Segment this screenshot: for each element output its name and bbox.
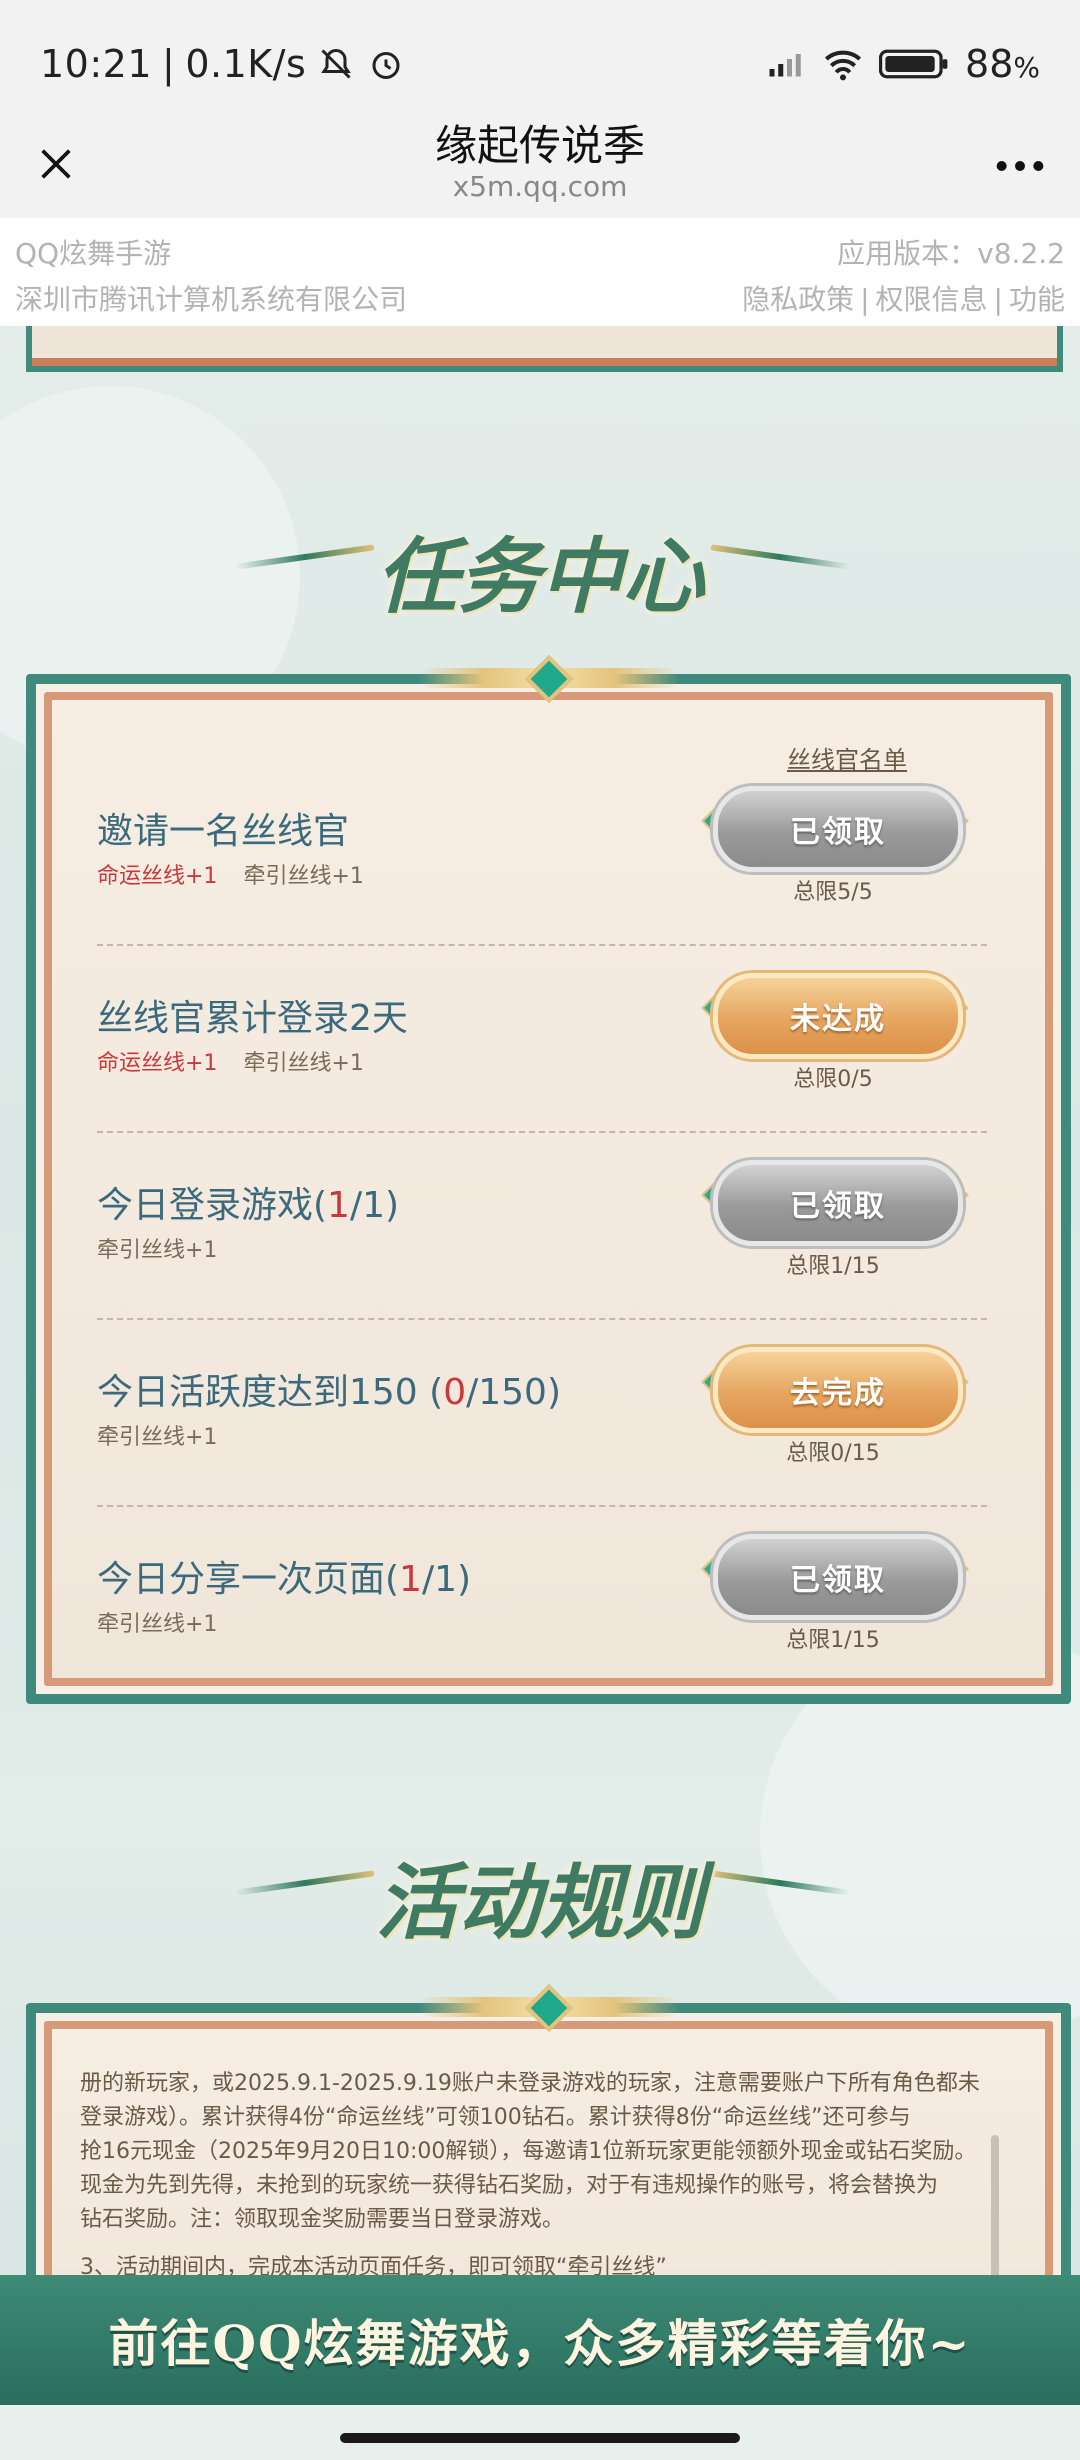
permission-link[interactable]: 权限信息	[876, 283, 988, 316]
app-info-bar: QQ炫舞手游 应用版本：v8.2.2 深圳市腾讯计算机系统有限公司 隐私政策 | 权…	[0, 218, 1080, 326]
reward-fate-thread: 命运丝线+1	[97, 1051, 218, 1076]
task-center-title: 任务中心	[376, 529, 704, 625]
task-divider	[97, 1131, 987, 1133]
task-limit: 总限1/15	[786, 1254, 880, 1279]
reward-guide-thread: 牵引丝线+1	[97, 1238, 218, 1263]
rules-title: 活动规则	[376, 1855, 704, 1951]
status-time: 10:21	[40, 42, 153, 86]
claimed-button[interactable]: 已领取	[713, 1534, 963, 1620]
status-speed: 0.1K/s	[185, 42, 307, 86]
task-divider	[97, 944, 987, 946]
task-row: 今日分享一次页面(1/1) 牵引丝线+1 已领取 总限1/15	[97, 1514, 987, 1694]
more-icon[interactable]	[990, 136, 1050, 196]
reward-guide-thread: 牵引丝线+1	[97, 1612, 218, 1637]
rules-line: 登录游戏）。累计获得4份“命运丝线”可领100钻石。累计获得8份“命运丝线”还可…	[80, 2105, 911, 2130]
task-limit: 总限0/5	[793, 1067, 873, 1092]
go-to-game-button[interactable]: 前往QQ炫舞游戏，众多精彩等着你~	[0, 2275, 1080, 2405]
wifi-icon	[823, 44, 863, 84]
previous-panel-edge	[26, 326, 1063, 372]
rules-text[interactable]: 册的新玩家，或2025.9.1-2025.9.19账户未登录游戏的玩家，注意需要…	[80, 2067, 1000, 2285]
task-limit: 总限0/15	[786, 1441, 880, 1466]
task-row: 丝线官累计登录2天 命运丝线+1 牵引丝线+1 未达成 总限0/5	[97, 953, 987, 1133]
task-title: 今日活跃度达到150 (0/150)	[97, 1372, 561, 1413]
rules-line: 抢16元现金（2025年9月20日10:00解锁），每邀请1位新玩家更能领额外现…	[80, 2139, 977, 2164]
reward-guide-thread: 牵引丝线+1	[97, 1425, 218, 1450]
task-rewards: 命运丝线+1 牵引丝线+1	[97, 1045, 364, 1077]
reward-fate-thread: 命运丝线+1	[97, 864, 218, 889]
status-bar: 10:21 | 0.1K/s 88%	[0, 0, 1080, 110]
claimed-button[interactable]: 已领取	[713, 1160, 963, 1246]
reward-guide-thread: 牵引丝线+1	[243, 1051, 364, 1076]
task-title: 今日分享一次页面(1/1)	[97, 1559, 472, 1600]
not-achieved-button[interactable]: 未达成	[713, 973, 963, 1059]
task-row: 今日登录游戏(1/1) 牵引丝线+1 已领取 总限1/15	[97, 1140, 987, 1320]
browser-title-bar: 缘起传说季 x5m.qq.com	[0, 110, 1080, 218]
bell-off-icon	[316, 44, 356, 84]
task-rewards: 牵引丝线+1	[97, 1232, 217, 1264]
rules-scrollbar[interactable]	[991, 2135, 999, 2285]
home-indicator[interactable]	[340, 2433, 740, 2443]
company-name: 深圳市腾讯计算机系统有限公司	[15, 283, 408, 316]
task-divider	[97, 1505, 987, 1507]
task-limit: 总限5/5	[793, 880, 873, 905]
battery-level: 88%	[965, 42, 1040, 86]
task-title: 丝线官累计登录2天	[97, 998, 408, 1039]
claimed-button[interactable]: 已领取	[713, 786, 963, 872]
status-divider: |	[162, 42, 176, 86]
rules-line: 钻石奖励。注：领取现金奖励需要当日登录游戏。	[80, 2207, 565, 2232]
page-url: x5m.qq.com	[452, 170, 628, 203]
go-complete-button[interactable]: 去完成	[713, 1347, 963, 1433]
app-version: 应用版本：v8.2.2	[837, 237, 1065, 270]
battery-icon	[879, 44, 949, 84]
alarm-icon	[366, 44, 406, 84]
page-title: 缘起传说季	[434, 121, 645, 170]
task-rewards: 牵引丝线+1	[97, 1606, 217, 1638]
info-links: 隐私政策 | 权限信息 | 功能	[742, 283, 1065, 316]
feature-link[interactable]: 功能	[1009, 283, 1065, 316]
task-rewards: 牵引丝线+1	[97, 1419, 217, 1451]
task-row: 今日活跃度达到150 (0/150) 牵引丝线+1 去完成 总限0/15	[97, 1327, 987, 1507]
task-title: 今日登录游戏(1/1)	[97, 1185, 400, 1226]
task-divider	[97, 1318, 987, 1320]
app-name: QQ炫舞手游	[15, 237, 172, 270]
task-title: 邀请一名丝线官	[97, 811, 350, 852]
task-rewards: 命运丝线+1 牵引丝线+1	[97, 858, 364, 890]
reward-guide-thread: 牵引丝线+1	[243, 864, 364, 889]
signal-icon	[767, 44, 807, 84]
rules-line: 现金为先到先得，未抢到的玩家统一获得钻石奖励，对于有违规操作的账号，将会替换为	[80, 2173, 939, 2198]
privacy-link[interactable]: 隐私政策	[742, 283, 854, 316]
task-row: 邀请一名丝线官 命运丝线+1 牵引丝线+1 已领取 总限5/5	[97, 766, 987, 946]
rules-line: 册的新玩家，或2025.9.1-2025.9.19账户未登录游戏的玩家，注意需要…	[80, 2071, 980, 2096]
task-limit: 总限1/15	[786, 1628, 880, 1653]
